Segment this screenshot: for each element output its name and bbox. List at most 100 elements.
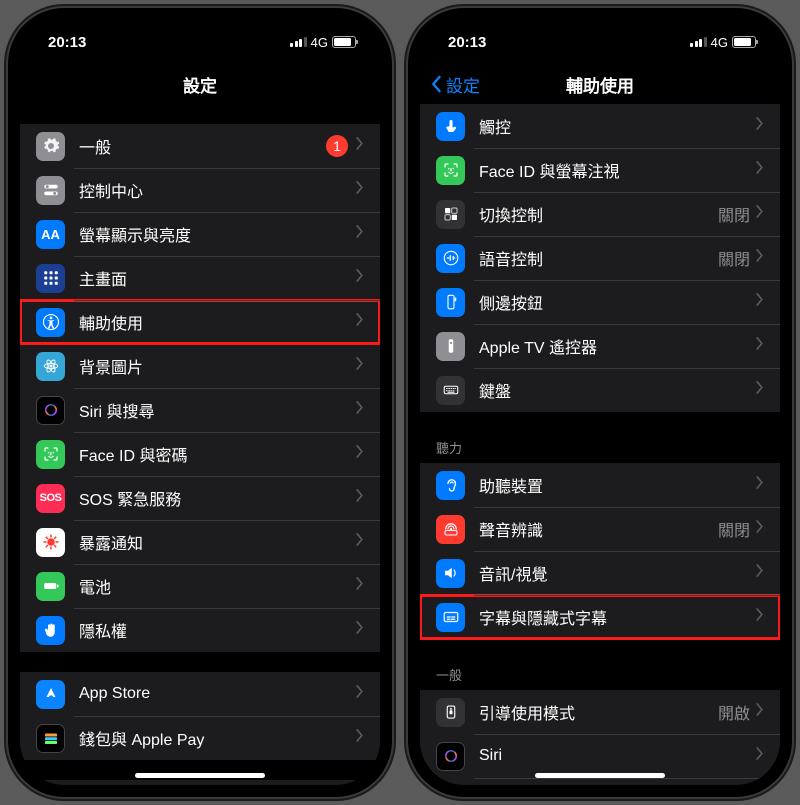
settings-row-captions[interactable]: 字幕與隱藏式字幕: [420, 595, 780, 639]
nav-title: 設定: [183, 72, 217, 97]
touch-icon: [436, 112, 465, 141]
settings-row-touch[interactable]: 觸控: [420, 104, 780, 148]
settings-group: 一般引導使用模式開啟Siri輔助使用快速鍵引導使用模式: [420, 659, 780, 785]
phone-right: 20:13 4G 設定 輔助使用 觸控Face ID 與螢幕注視切換控制關閉語音…: [408, 8, 792, 797]
nav-back-label: 設定: [446, 72, 480, 97]
settings-group: 一般1控制中心 AA 螢幕顯示與亮度主畫面輔助使用背景圖片 Siri 與搜尋 Face …: [20, 124, 380, 652]
settings-row-siri[interactable]: Siri 與搜尋: [20, 388, 380, 432]
nav-title: 輔助使用: [566, 72, 634, 97]
row-label: 音訊/視覺: [479, 561, 756, 585]
home-indicator[interactable]: [135, 773, 265, 778]
row-label: 錢包與 Apple Pay: [79, 726, 356, 750]
ear-icon: [436, 471, 465, 500]
status-right: 4G: [290, 35, 356, 50]
row-label: Siri 與搜尋: [79, 398, 356, 422]
row-label: 一般: [79, 134, 326, 158]
sidebtn-icon: [436, 288, 465, 317]
row-label: Apple TV 遙控器: [479, 334, 756, 358]
guided-icon: [436, 698, 465, 727]
chevron-right-icon: [356, 489, 364, 507]
settings-row-audio[interactable]: 音訊/視覺: [420, 551, 780, 595]
battery-icon: [36, 572, 65, 601]
row-label: 背景圖片: [79, 354, 356, 378]
settings-row-battery[interactable]: 電池: [20, 564, 380, 608]
settings-row-sound[interactable]: 聲音辨識關閉: [420, 507, 780, 551]
settings-row-access[interactable]: 輔助使用: [20, 300, 380, 344]
settings-row-switches[interactable]: 控制中心: [20, 168, 380, 212]
access-icon: [36, 308, 65, 337]
settings-list[interactable]: 一般1控制中心 AA 螢幕顯示與亮度主畫面輔助使用背景圖片 Siri 與搜尋 Face …: [20, 104, 380, 785]
notch: [116, 8, 284, 36]
row-detail: 關閉: [718, 517, 750, 541]
settings-row-access[interactable]: 輔助使用快速鍵引導使用模式: [420, 778, 780, 785]
row-detail: 關閉: [718, 202, 750, 226]
settings-row-sos[interactable]: SOSSOS 緊急服務: [20, 476, 380, 520]
settings-row-keyboard[interactable]: 鍵盤: [420, 368, 780, 412]
chevron-right-icon: [356, 269, 364, 287]
aa-icon: AA: [36, 220, 65, 249]
home-indicator[interactable]: [535, 773, 665, 778]
row-label: 電池: [79, 574, 356, 598]
row-label: 螢幕顯示與亮度: [79, 222, 356, 246]
accessibility-list[interactable]: 觸控Face ID 與螢幕注視切換控制關閉語音控制關閉側邊按鈕Apple TV …: [420, 104, 780, 785]
settings-row-switch[interactable]: 切換控制關閉: [420, 192, 780, 236]
atom-icon: [36, 352, 65, 381]
chevron-right-icon: [756, 249, 764, 267]
chevron-right-icon: [356, 357, 364, 375]
chevron-right-icon: [356, 533, 364, 551]
row-label: Face ID 與密碼: [79, 442, 356, 466]
settings-row-guided[interactable]: 引導使用模式開啟: [420, 690, 780, 734]
settings-row-virus[interactable]: 暴露通知: [20, 520, 380, 564]
settings-row-key[interactable]: 密碼: [20, 780, 380, 785]
chevron-right-icon: [356, 313, 364, 331]
row-label: App Store: [79, 685, 356, 703]
chevron-right-icon: [756, 161, 764, 179]
chevron-right-icon: [756, 381, 764, 399]
chevron-right-icon: [356, 577, 364, 595]
switch-icon: [436, 200, 465, 229]
settings-row-wallet[interactable]: 錢包與 Apple Pay: [20, 716, 380, 760]
signal-icon: [690, 37, 707, 47]
settings-group: 密碼郵件: [20, 780, 380, 785]
settings-row-grid[interactable]: 主畫面: [20, 256, 380, 300]
chevron-right-icon: [356, 685, 364, 703]
settings-row-faceid[interactable]: Face ID 與螢幕注視: [420, 148, 780, 192]
settings-row-remote[interactable]: Apple TV 遙控器: [420, 324, 780, 368]
settings-row-atom[interactable]: 背景圖片: [20, 344, 380, 388]
chevron-right-icon: [756, 747, 764, 765]
row-label: 語音控制: [479, 246, 718, 270]
status-net: 4G: [711, 35, 728, 50]
row-detail: 關閉: [718, 246, 750, 270]
settings-row-gear[interactable]: 一般1: [20, 124, 380, 168]
settings-row-ear[interactable]: 助聽裝置: [420, 463, 780, 507]
settings-row-sidebtn[interactable]: 側邊按鈕: [420, 280, 780, 324]
settings-row-voice[interactable]: 語音控制關閉: [420, 236, 780, 280]
row-label: 鍵盤: [479, 378, 756, 402]
settings-row-faceid[interactable]: Face ID 與密碼: [20, 432, 380, 476]
settings-row-hand[interactable]: 隱私權: [20, 608, 380, 652]
chevron-right-icon: [756, 520, 764, 538]
settings-row-aa[interactable]: AA 螢幕顯示與亮度: [20, 212, 380, 256]
chevron-left-icon: [430, 75, 442, 93]
captions-icon: [436, 603, 465, 632]
chevron-right-icon: [756, 564, 764, 582]
sound-icon: [436, 515, 465, 544]
row-label: Face ID 與螢幕注視: [479, 158, 756, 182]
chevron-right-icon: [756, 205, 764, 223]
switches-icon: [36, 176, 65, 205]
audio-icon: [436, 559, 465, 588]
notch: [516, 8, 684, 36]
row-label: Siri: [479, 747, 756, 765]
row-label: SOS 緊急服務: [79, 486, 356, 510]
screen-left: 20:13 4G 設定 一般1控制中心AA螢幕顯示與亮度主畫面輔助使用背景圖片S…: [20, 20, 380, 785]
chevron-right-icon: [756, 117, 764, 135]
faceid-icon: [436, 156, 465, 185]
settings-row-siri[interactable]: Siri: [420, 734, 780, 778]
siri-icon: [436, 742, 465, 771]
faceid-icon: [36, 440, 65, 469]
chevron-right-icon: [356, 137, 364, 155]
nav-back-button[interactable]: 設定: [430, 72, 480, 97]
settings-row-appstore[interactable]: App Store: [20, 672, 380, 716]
status-right: 4G: [690, 35, 756, 50]
chevron-right-icon: [356, 445, 364, 463]
